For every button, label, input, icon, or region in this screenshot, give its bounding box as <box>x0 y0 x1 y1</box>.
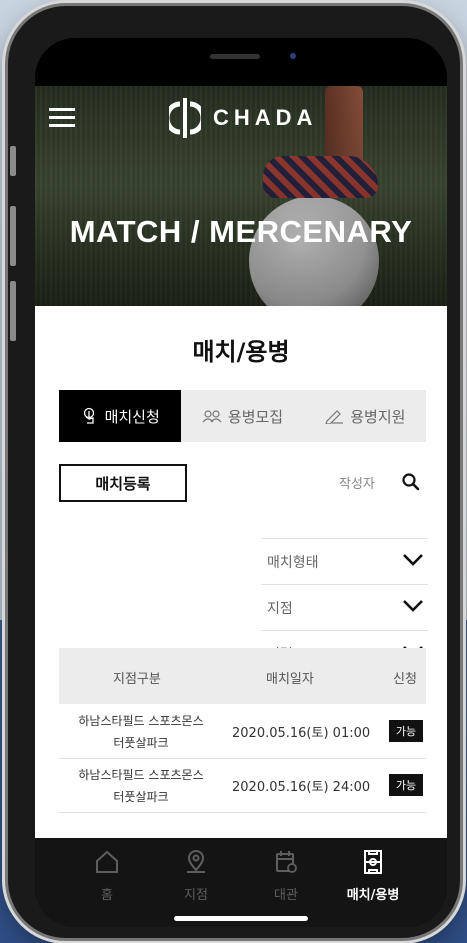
header-branch: 지점구분 <box>113 672 161 687</box>
logo[interactable]: CHADA <box>169 98 317 138</box>
page-title: 매치/용병 <box>192 338 290 366</box>
table-row[interactable]: 하남스타필드 스포츠몬스 터풋살파크 2020.05.16(토) 01:00 가… <box>59 704 426 759</box>
speaker <box>210 54 260 59</box>
soccer-field-icon <box>364 850 382 874</box>
status-badge[interactable]: 가능 <box>389 720 423 742</box>
tab-label: 매치신청 <box>104 407 160 426</box>
touch-icon <box>83 407 94 424</box>
nav-home[interactable]: 홈 <box>72 850 142 903</box>
filter-branch[interactable]: 지점 <box>261 584 428 629</box>
filter-label: 지점 <box>267 601 293 617</box>
tab-mercenary-recruit[interactable]: 용병모집 <box>181 390 303 442</box>
nav-branch[interactable]: 지점 <box>161 850 231 903</box>
nav-rental[interactable]: 대관 <box>251 850 321 903</box>
hamburger-menu-icon[interactable] <box>49 108 75 128</box>
pen-icon <box>325 410 344 424</box>
hero-title: MATCH / MERCENARY <box>69 214 413 249</box>
branch-cell: 하남스타필드 스포츠몬스 터풋살파크 <box>61 710 221 754</box>
tab-label: 용병모집 <box>227 407 284 426</box>
location-pin-icon <box>187 850 205 873</box>
nav-label: 매치/용병 <box>346 888 400 903</box>
nav-match-mercenary[interactable]: 매치/용병 <box>338 850 408 903</box>
header-date: 매치일자 <box>266 672 314 687</box>
nav-label: 홈 <box>101 888 113 903</box>
home-icon <box>96 850 118 873</box>
people-icon <box>202 410 222 423</box>
phone-frame: CHADA MATCH / MERCENARY 매치/용병 매치신청 용병모집 … <box>8 6 460 938</box>
branch-line: 하남스타필드 스포츠몬스 <box>78 768 204 782</box>
home-indicator[interactable] <box>174 916 308 921</box>
table-row[interactable]: 하남스타필드 스포츠몬스 터풋살파크 2020.05.16(토) 24:00 가… <box>59 758 426 813</box>
filter-label: 매치형태 <box>267 555 319 571</box>
tab-mercenary-apply[interactable]: 용병지원 <box>304 390 426 442</box>
front-camera <box>290 53 296 59</box>
author-search-input[interactable]: 작성자 <box>339 473 375 492</box>
chevron-down-icon <box>403 554 423 566</box>
status-area <box>35 38 447 86</box>
branch-line: 터풋살파크 <box>113 736 169 750</box>
search-icon[interactable] <box>401 472 421 492</box>
filter-match-type[interactable]: 매치형태 <box>261 538 428 583</box>
calendar-icon <box>276 851 297 873</box>
match-register-button[interactable]: 매치등록 <box>59 464 187 502</box>
phone-screen: CHADA MATCH / MERCENARY 매치/용병 매치신청 용병모집 … <box>35 38 447 927</box>
mute-switch <box>10 146 16 176</box>
header-apply: 신청 <box>393 672 417 687</box>
date-cell: 2020.05.16(토) 24:00 <box>232 780 371 795</box>
hero-banner: CHADA MATCH / MERCENARY <box>35 86 447 306</box>
tab-bar: 매치신청 용병모집 용병지원 <box>59 390 426 442</box>
date-cell: 2020.05.16(토) 01:00 <box>232 726 371 741</box>
tab-label: 용병지원 <box>350 407 406 426</box>
nav-label: 대관 <box>274 888 298 903</box>
branch-line: 하남스타필드 스포츠몬스 <box>78 714 204 728</box>
main-content: 매치/용병 매치신청 용병모집 용병지원 매치등록 작성자 매치형태 지점 지점… <box>35 306 447 838</box>
chevron-down-icon <box>403 600 423 612</box>
table-header: 지점구분 매치일자 신청 <box>59 648 426 704</box>
tab-match-request[interactable]: 매치신청 <box>59 390 182 442</box>
volume-up-button <box>10 206 16 266</box>
chada-logo-icon <box>169 98 201 138</box>
logo-text: CHADA <box>213 105 318 130</box>
volume-down-button <box>10 281 16 341</box>
bottom-nav: 홈 지점 대관 매치/용병 <box>35 838 447 927</box>
branch-line: 터풋살파크 <box>113 790 169 804</box>
branch-cell: 하남스타필드 스포츠몬스 터풋살파크 <box>61 764 221 808</box>
status-badge[interactable]: 가능 <box>389 774 423 796</box>
nav-label: 지점 <box>184 888 208 903</box>
